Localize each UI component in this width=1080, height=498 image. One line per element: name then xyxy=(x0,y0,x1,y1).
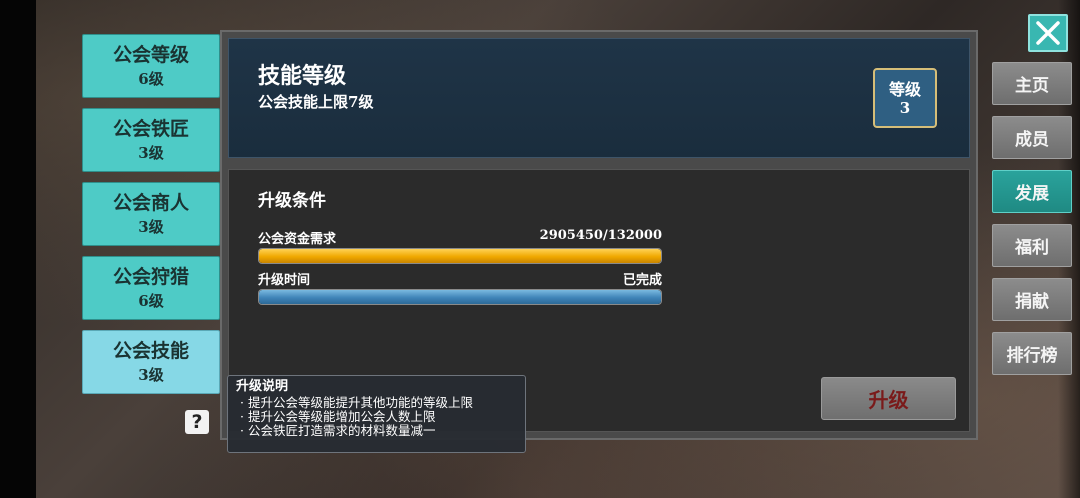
level-badge: 等级 3 xyxy=(873,68,937,128)
close-icon xyxy=(1036,21,1060,45)
tab-guild-blacksmith[interactable]: 公会铁匠 3级 xyxy=(82,108,220,172)
level-badge-value: 3 xyxy=(899,98,911,117)
nav-members[interactable]: 成员 xyxy=(992,116,1072,159)
conditions-title: 升级条件 xyxy=(258,191,326,211)
time-label: 升级时间 xyxy=(258,273,311,288)
fund-progress-bar xyxy=(258,248,662,264)
upgrade-info-tooltip: 升级说明 · 提升公会等级能提升其他功能的等级上限 · 提升公会等级能增加公会人… xyxy=(227,375,526,453)
page-subtitle: 公会技能上限7级 xyxy=(258,93,374,111)
help-icon[interactable]: ? xyxy=(185,410,209,434)
fund-label: 公会资金需求 xyxy=(258,232,337,247)
nav-donate[interactable]: 捐献 xyxy=(992,278,1072,321)
tooltip-title: 升级说明 xyxy=(236,379,289,394)
tab-guild-merchant[interactable]: 公会商人 3级 xyxy=(82,182,220,246)
fund-value: 2905450/132000 xyxy=(539,228,662,243)
screen-edge xyxy=(0,0,36,498)
tooltip-line: · 公会铁匠打造需求的材料数量减一 xyxy=(240,423,436,438)
tab-guild-level[interactable]: 公会等级 6级 xyxy=(82,34,220,98)
tab-label: 公会铁匠 xyxy=(112,118,189,140)
tab-label: 公会等级 xyxy=(112,44,189,66)
level-badge-label: 等级 xyxy=(888,79,921,99)
tab-level: 3级 xyxy=(138,366,164,384)
tab-label: 公会商人 xyxy=(112,192,189,214)
tooltip-line: · 提升公会等级能提升其他功能的等级上限 xyxy=(240,395,473,410)
nav-development[interactable]: 发展 xyxy=(992,170,1072,213)
nav-welfare[interactable]: 福利 xyxy=(992,224,1072,267)
fund-progress-fill xyxy=(259,249,661,263)
nav-home[interactable]: 主页 xyxy=(992,62,1072,105)
tab-label: 公会技能 xyxy=(112,340,189,362)
tab-level: 6级 xyxy=(138,292,164,310)
tooltip-line: · 提升公会等级能增加公会人数上限 xyxy=(240,409,436,424)
tab-level: 3级 xyxy=(138,218,164,236)
close-button[interactable] xyxy=(1028,14,1068,52)
upgrade-button[interactable]: 升级 xyxy=(821,377,956,420)
tab-label: 公会狩猎 xyxy=(112,266,189,288)
tab-guild-hunting[interactable]: 公会狩猎 6级 xyxy=(82,256,220,320)
time-value: 已完成 xyxy=(622,273,662,288)
time-progress-fill xyxy=(259,290,661,304)
tab-level: 6级 xyxy=(138,70,164,88)
time-progress-bar xyxy=(258,289,662,305)
tab-guild-skill[interactable]: 公会技能 3级 xyxy=(82,330,220,394)
tab-level: 3级 xyxy=(138,144,164,162)
nav-leaderboard[interactable]: 排行榜 xyxy=(992,332,1072,375)
page-title: 技能等级 xyxy=(258,63,347,89)
